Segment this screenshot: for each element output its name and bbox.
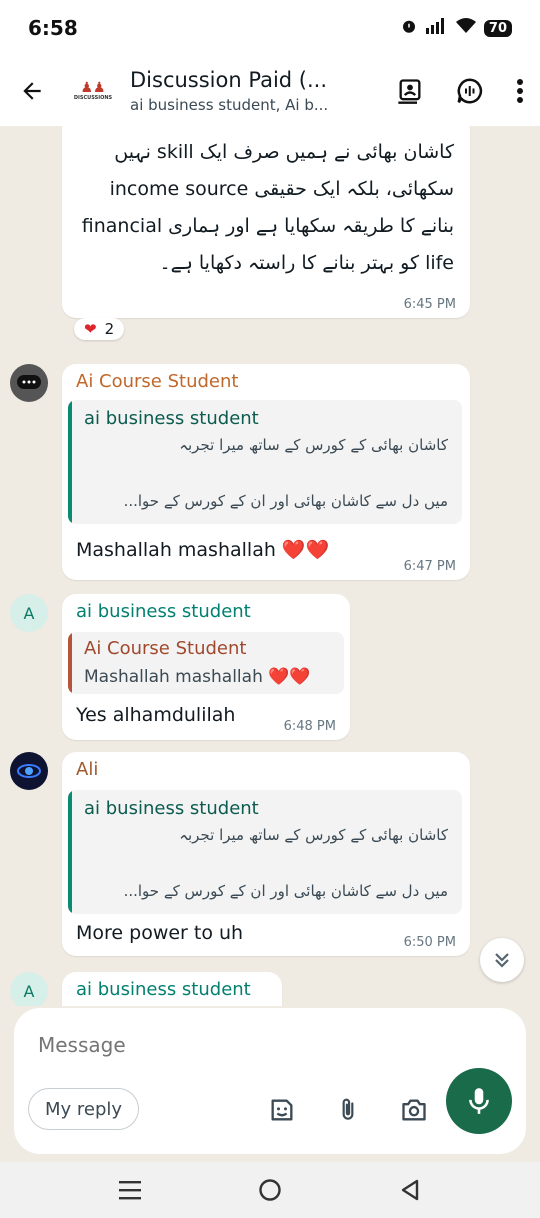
- scroll-down-button[interactable]: [480, 938, 524, 982]
- wifi-icon: [455, 18, 476, 38]
- sender-avatar[interactable]: [10, 364, 48, 402]
- avatar-letter: A: [23, 603, 35, 623]
- header-info[interactable]: Discussion Paid (... ai business student…: [130, 68, 380, 114]
- message-text: کاشان بھائی نے ہمیں صرف ایک skill نہیں س…: [81, 141, 454, 274]
- sticker-icon: [271, 1099, 293, 1121]
- status-bar: 6:58 70: [0, 0, 540, 56]
- message-text: More power to uh: [76, 922, 244, 944]
- avatar-letter: A: [23, 981, 35, 1001]
- sender-avatar[interactable]: A: [10, 594, 48, 632]
- heart-icon: ❤: [84, 320, 97, 338]
- reaction-count: 2: [104, 320, 115, 338]
- message-time: 6:50 PM: [403, 935, 456, 950]
- quote-text: Mashallah mashallah ❤️❤️: [84, 667, 311, 687]
- recents-button[interactable]: [100, 1165, 160, 1215]
- quote-sender: Ai Course Student: [84, 638, 247, 659]
- signal-icon: [425, 18, 448, 38]
- back-arrow-icon: [23, 82, 41, 100]
- home-button[interactable]: [240, 1165, 300, 1215]
- more-options-button[interactable]: [500, 61, 540, 121]
- message-bubble[interactable]: ai business student Ai Course Student Ma…: [62, 594, 350, 740]
- message-bubble[interactable]: ai business student: [62, 972, 282, 1006]
- voice-chat-button[interactable]: [440, 61, 500, 121]
- battery-icon: 70: [483, 19, 512, 37]
- menu-lines-icon: [119, 1181, 141, 1200]
- system-nav-bar: [0, 1162, 540, 1218]
- message-time: 6:47 PM: [403, 559, 456, 574]
- message-composer: My reply: [14, 1008, 526, 1154]
- group-logo-text: DISCUSSIONS: [73, 95, 113, 101]
- home-circle-icon: [259, 1179, 281, 1201]
- sender-avatar[interactable]: A: [10, 972, 48, 1006]
- status-time: 6:58: [28, 16, 78, 40]
- message-bubble[interactable]: Ai Course Student ai business student کا…: [62, 364, 470, 580]
- more-vert-icon: [517, 79, 523, 103]
- microphone-icon: [469, 1088, 489, 1114]
- back-button[interactable]: [0, 59, 64, 123]
- attach-button[interactable]: [328, 1090, 368, 1130]
- voice-record-button[interactable]: [446, 1068, 512, 1134]
- quote-text: کاشان بھائی کے کورس کے ساتھ میرا تجربہ: [179, 826, 448, 844]
- my-reply-chip[interactable]: My reply: [28, 1088, 140, 1130]
- message-input[interactable]: [38, 1028, 338, 1062]
- message-bubble[interactable]: کاشان بھائی نے ہمیں صرف ایک skill نہیں س…: [62, 126, 470, 318]
- paperclip-icon: [342, 1098, 354, 1120]
- back-nav-button[interactable]: [380, 1165, 440, 1215]
- quote-text: میں دل سے کاشان بھائی اور ان کے کورس کے …: [123, 882, 448, 900]
- message-time: 6:45 PM: [403, 297, 456, 312]
- message-text: Mashallah mashallah ❤️❤️: [76, 539, 330, 561]
- sender-name[interactable]: ai business student: [76, 601, 251, 622]
- message-text: Yes alhamdulilah: [76, 704, 236, 726]
- camera-button[interactable]: [394, 1090, 434, 1130]
- back-triangle-icon: [401, 1179, 419, 1201]
- globe-icon: [17, 764, 41, 778]
- sender-name[interactable]: Ai Course Student: [76, 371, 238, 392]
- contact-card-icon: [398, 79, 421, 104]
- quoted-message[interactable]: ai business student کاشان بھائی کے کورس …: [68, 790, 462, 914]
- quote-text: کاشان بھائی کے کورس کے ساتھ میرا تجربہ: [179, 436, 448, 454]
- message-time: 6:48 PM: [283, 719, 336, 734]
- quoted-message[interactable]: Ai Course Student Mashallah mashallah ❤️…: [68, 632, 344, 694]
- group-members: ai business student, Ai b...: [130, 96, 329, 114]
- group-avatar[interactable]: ♟♟ DISCUSSIONS: [70, 68, 116, 114]
- sender-name[interactable]: ai business student: [76, 979, 251, 1000]
- chat-area[interactable]: کاشان بھائی نے ہمیں صرف ایک skill نہیں س…: [0, 126, 540, 1006]
- message-bubble[interactable]: Ali ai business student کاشان بھائی کے ک…: [62, 752, 470, 956]
- status-icons: 70: [400, 17, 512, 39]
- sticker-button[interactable]: [262, 1090, 302, 1130]
- group-logo-icon: ♟♟: [80, 80, 106, 96]
- camera-icon: [402, 1099, 426, 1121]
- contact-card-button[interactable]: [380, 61, 440, 121]
- quote-sender: ai business student: [84, 798, 259, 819]
- voice-chat-icon: [457, 78, 483, 104]
- chat-header: ♟♟ DISCUSSIONS Discussion Paid (... ai b…: [0, 56, 540, 126]
- quoted-message[interactable]: ai business student کاشان بھائی کے کورس …: [68, 400, 462, 524]
- reaction-badge[interactable]: ❤ 2: [74, 318, 125, 340]
- chat-bubble-icon: [17, 375, 41, 389]
- alarm-icon: [400, 17, 418, 39]
- sender-avatar[interactable]: [10, 752, 48, 790]
- double-chevron-down-icon: [495, 953, 509, 968]
- quote-sender: ai business student: [84, 408, 259, 429]
- quote-text: میں دل سے کاشان بھائی اور ان کے کورس کے …: [123, 492, 448, 510]
- group-title: Discussion Paid (...: [130, 68, 327, 92]
- sender-name[interactable]: Ali: [76, 759, 98, 780]
